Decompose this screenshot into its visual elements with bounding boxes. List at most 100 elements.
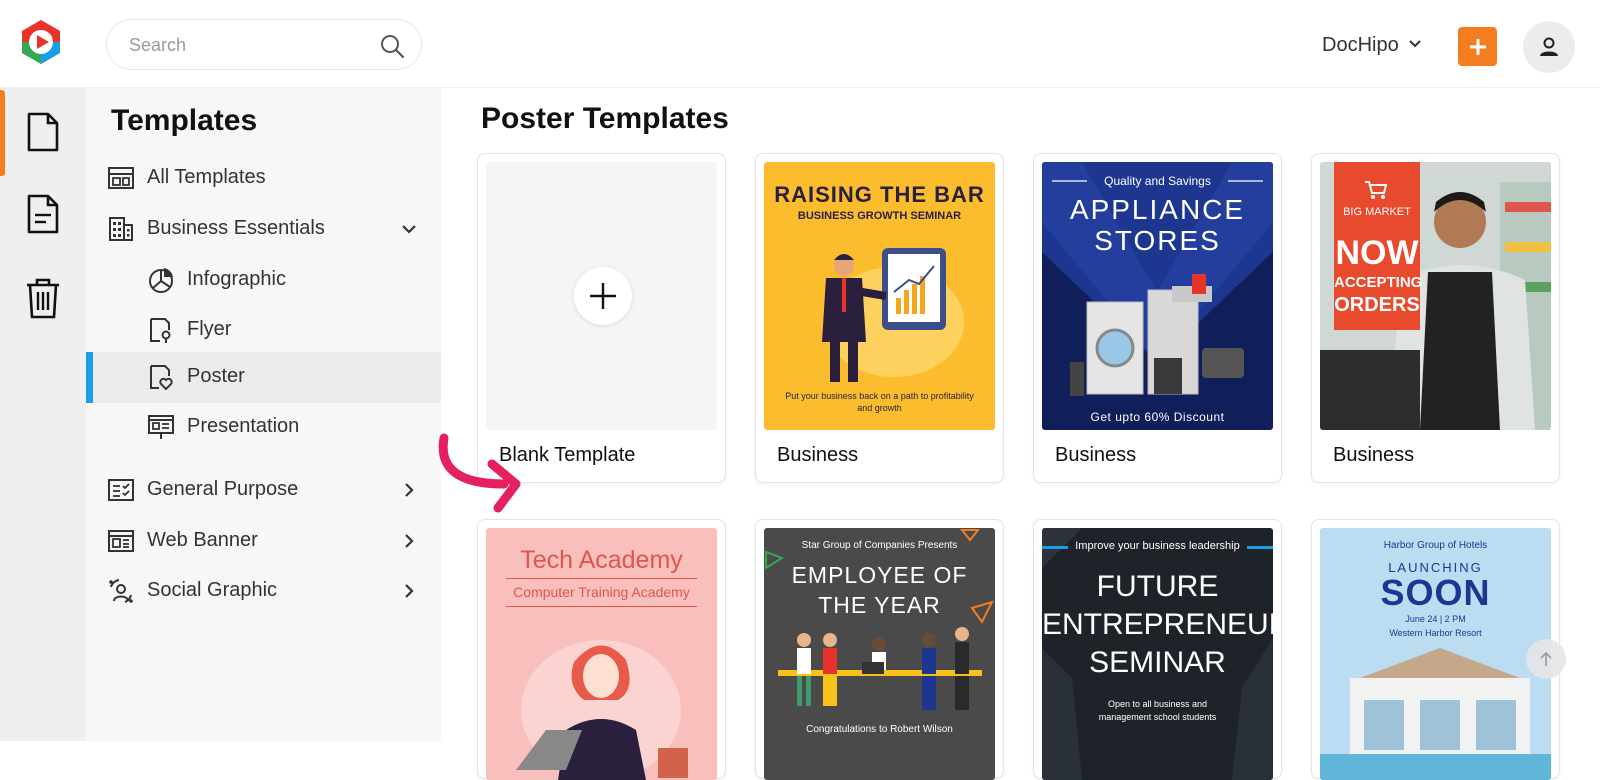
search-input[interactable] <box>129 34 369 56</box>
workspace-dropdown[interactable]: DocHipo <box>1322 30 1423 60</box>
add-blank-button[interactable] <box>574 267 632 325</box>
sidebar-item-social-graphic[interactable]: Social Graphic <box>86 566 441 617</box>
poster-place: Western Harbor Resort <box>1389 628 1482 638</box>
template-card-employee-of-year[interactable]: Star Group of Companies Presents EMPLOYE… <box>755 519 1004 780</box>
template-card-business-3[interactable]: BIG MARKET NOW ACCEPTING ORDERS Business <box>1311 153 1560 483</box>
poster-thumbnail: RAISING THE BAR BUSINESS GROWTH SEMINAR … <box>764 162 995 430</box>
trash-nav-button[interactable] <box>22 274 64 322</box>
pie-chart-icon <box>147 266 175 294</box>
chevron-down-icon <box>1407 34 1423 57</box>
sidebar-item-presentation[interactable]: Presentation <box>86 402 441 453</box>
sidebar-item-label: All Templates <box>147 166 266 188</box>
presentation-icon <box>147 413 175 441</box>
template-card-tech-academy[interactable]: Tech Academy Computer Training Academy <box>477 519 726 780</box>
poster-title: Tech Academy <box>520 546 683 574</box>
poster-subtitle: BUSINESS GROWTH SEMINAR <box>797 210 962 222</box>
arrow-up-icon <box>1540 651 1552 666</box>
poster-footer: Open to all business and management scho… <box>1098 699 1217 722</box>
workspace-label: DocHipo <box>1322 33 1399 56</box>
divider <box>506 578 697 579</box>
sidebar-item-infographic[interactable]: Infographic <box>86 255 441 306</box>
icon-rail <box>0 88 86 741</box>
chevron-down-icon[interactable] <box>398 218 420 240</box>
poster-thumbnail: Improve your business leadership FUTURE … <box>1042 528 1273 780</box>
my-designs-nav-button[interactable] <box>22 190 64 238</box>
curved-arrow-icon <box>438 433 521 513</box>
poster-title: RAISING THE BAR <box>774 182 985 207</box>
poster-top: BIG MARKET <box>1343 206 1411 218</box>
poster-top: Harbor Group of Hotels <box>1383 540 1488 551</box>
trash-icon <box>27 278 59 319</box>
create-new-button[interactable] <box>1458 27 1497 66</box>
poster-thumbnail: Tech Academy Computer Training Academy <box>486 528 717 780</box>
document-icon <box>27 112 59 152</box>
poster-thumbnail: Harbor Group of Hotels LAUNCHING SOON Ju… <box>1320 528 1551 780</box>
business-man-illustration <box>822 248 964 382</box>
sidebar-item-label: Business Essentials <box>147 217 325 239</box>
sidebar-item-poster[interactable]: Poster <box>86 352 441 403</box>
search-bar <box>106 19 422 70</box>
checklist-icon <box>107 476 135 504</box>
search-icon[interactable] <box>379 33 405 59</box>
poster-line1: FUTURE <box>1096 570 1219 603</box>
plus-icon <box>590 283 616 309</box>
top-header: DocHipo <box>0 0 1600 88</box>
sidebar-item-label: Poster <box>187 365 245 387</box>
poster-date: June 24 | 2 PM <box>1405 614 1466 624</box>
poster-icon <box>147 363 175 391</box>
building-icon <box>107 215 135 243</box>
sidebar-item-label: General Purpose <box>147 478 299 500</box>
poster-line2: ACCEPTING <box>1334 274 1423 291</box>
template-card-business-2[interactable]: Quality and Savings APPLIANCE STORES Get… <box>1033 153 1282 483</box>
poster-line1: NOW <box>1335 234 1419 272</box>
template-card-business-1[interactable]: RAISING THE BAR BUSINESS GROWTH SEMINAR … <box>755 153 1004 483</box>
poster-top: Quality and Savings <box>1104 174 1211 188</box>
social-graphic-icon <box>107 577 135 605</box>
chevron-right-icon[interactable] <box>398 580 420 602</box>
active-indicator <box>86 352 93 403</box>
sidebar-item-business-essentials[interactable]: Business Essentials <box>86 204 441 255</box>
chevron-right-icon[interactable] <box>398 479 420 501</box>
poster-line2: SOON <box>1380 572 1491 613</box>
sidebar-title: Templates <box>111 104 258 137</box>
sidebar-item-label: Infographic <box>187 268 286 290</box>
flyer-icon <box>147 316 175 344</box>
web-banner-icon <box>107 527 135 555</box>
sidebar-item-label: Presentation <box>187 415 300 437</box>
sidebar-item-label: Web Banner <box>147 529 258 551</box>
poster-thumbnail: BIG MARKET NOW ACCEPTING ORDERS <box>1320 162 1551 430</box>
student-illustration <box>516 640 688 780</box>
page-title: Poster Templates <box>481 102 729 135</box>
dochipo-logo[interactable] <box>18 18 64 66</box>
poster-title-line2: STORES <box>1094 225 1221 256</box>
team-illustration <box>765 529 994 710</box>
card-label: Business <box>777 444 859 466</box>
sidebar-item-label: Flyer <box>187 318 232 340</box>
sidebar-item-all-templates[interactable]: All Templates <box>86 153 441 204</box>
poster-line3: ORDERS <box>1334 294 1420 316</box>
poster-thumbnail: Quality and Savings APPLIANCE STORES Get… <box>1042 162 1273 430</box>
poster-thumbnail: Star Group of Companies Presents EMPLOYE… <box>764 528 995 780</box>
sidebar-item-general-purpose[interactable]: General Purpose <box>86 465 441 516</box>
template-card-future-entrepreneur[interactable]: Improve your business leadership FUTURE … <box>1033 519 1282 780</box>
rail-active-indicator <box>0 90 5 176</box>
chevron-right-icon[interactable] <box>398 530 420 552</box>
template-card-launching-soon[interactable]: Harbor Group of Hotels LAUNCHING SOON Ju… <box>1311 519 1560 780</box>
card-label: Business <box>1055 444 1137 466</box>
poster-footer: Congratulations to Robert Wilson <box>806 724 953 735</box>
poster-subtitle: Computer Training Academy <box>513 584 690 600</box>
poster-line3: SEMINAR <box>1089 646 1226 679</box>
sidebar-item-flyer[interactable]: Flyer <box>86 305 441 356</box>
user-avatar-button[interactable] <box>1523 21 1575 73</box>
file-text-icon <box>27 194 59 234</box>
templates-nav-button[interactable] <box>22 108 64 156</box>
blank-thumbnail <box>486 162 717 430</box>
main-content: Poster Templates Blank Template RAISING … <box>441 88 1600 780</box>
scroll-to-top-button[interactable] <box>1526 639 1566 679</box>
sidebar-item-web-banner[interactable]: Web Banner <box>86 516 441 567</box>
poster-line2: ENTREPRENEUR <box>1042 608 1273 641</box>
sidebar-item-label: Social Graphic <box>147 579 278 601</box>
layout-grid-icon <box>107 164 135 192</box>
poster-title-line1: APPLIANCE <box>1069 194 1246 225</box>
templates-sidebar: Templates All Templates Business Essenti… <box>86 88 441 741</box>
